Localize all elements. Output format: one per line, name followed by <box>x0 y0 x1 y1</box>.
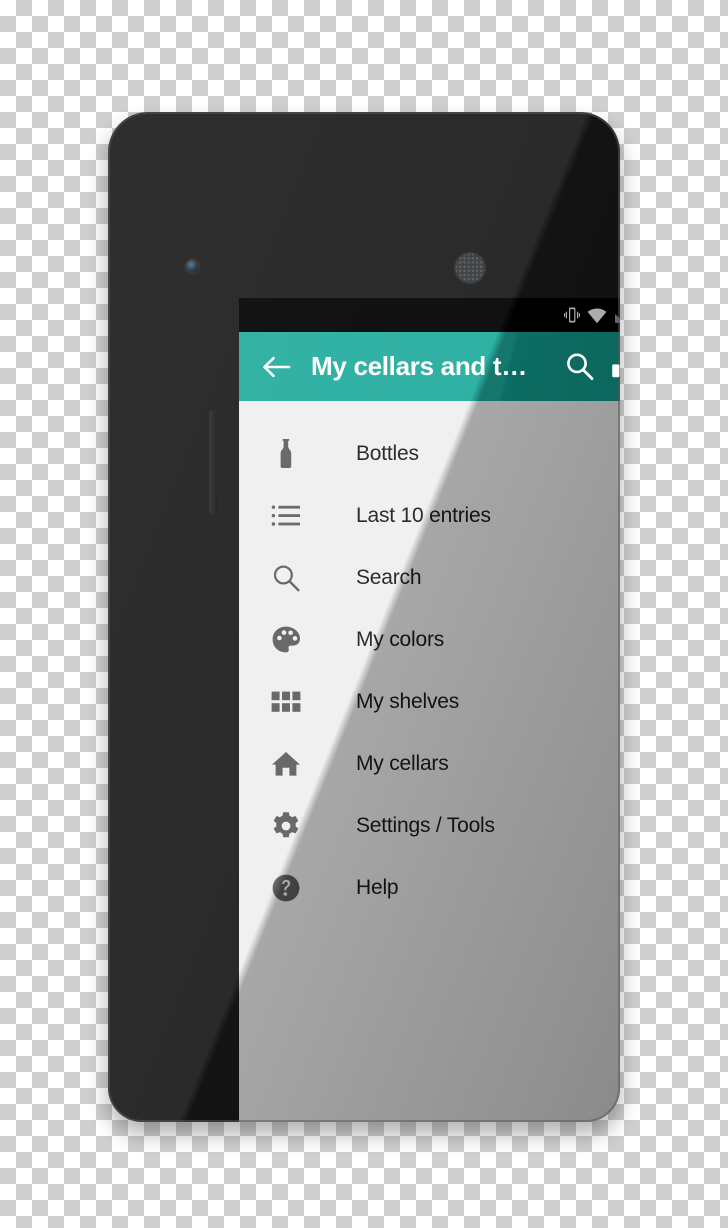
drawer-item-my-cellars[interactable]: My cellars <box>239 733 620 795</box>
drawer-item-label: My colors <box>356 628 445 651</box>
drawer-item-label: My cellars <box>356 752 449 775</box>
drawer-item-settings-tools[interactable]: Settings / Tools <box>239 795 620 857</box>
drawer-item-label: Last 10 entries <box>356 504 491 527</box>
search-icon <box>269 561 303 595</box>
drawer-item-my-shelves[interactable]: My shelves <box>239 671 620 733</box>
page-title: My cellars and t… <box>311 351 527 381</box>
phone-screen: 5:46 My cellars and t… <box>239 298 620 1122</box>
drawer-item-label: Help <box>356 876 399 899</box>
earpiece-speaker-icon <box>454 252 486 284</box>
signal-icon <box>614 307 620 324</box>
drawer-item-bottles[interactable]: Bottles <box>239 423 620 485</box>
phone-device: 5:46 My cellars and t… <box>108 112 620 1122</box>
grid-icon <box>269 685 303 719</box>
volume-rocker[interactable] <box>209 410 217 514</box>
front-camera-icon <box>186 260 199 273</box>
drawer-item-label: Settings / Tools <box>356 814 495 837</box>
drawer-item-help[interactable]: Help <box>239 857 620 919</box>
app-bar: My cellars and t… <box>239 332 620 401</box>
home-icon <box>269 747 303 781</box>
drawer-item-my-colors[interactable]: My colors <box>239 609 620 671</box>
content-area: EDOUABLE UTEUSE 2014 1 2 <box>239 401 620 1122</box>
list-icon <box>269 499 303 533</box>
vibrate-icon <box>563 306 580 324</box>
drawer-item-label: My shelves <box>356 690 460 713</box>
gear-icon <box>269 809 303 843</box>
bottle-icon <box>269 437 303 471</box>
drawer-item-search[interactable]: Search <box>239 547 620 609</box>
status-bar: 5:46 <box>239 298 620 332</box>
thumbs-up-icon[interactable] <box>602 344 620 390</box>
help-circle-icon <box>269 871 303 905</box>
search-icon[interactable] <box>556 344 602 390</box>
wifi-icon <box>587 307 607 324</box>
drawer-item-label: Search <box>356 566 422 589</box>
drawer-item-last-10-entries[interactable]: Last 10 entries <box>239 485 620 547</box>
palette-icon <box>269 623 303 657</box>
drawer-item-label: Bottles <box>356 442 419 465</box>
navigation-drawer: Bottles Last 10 entries Search My colors… <box>239 401 620 1122</box>
back-arrow-icon[interactable] <box>257 348 295 386</box>
